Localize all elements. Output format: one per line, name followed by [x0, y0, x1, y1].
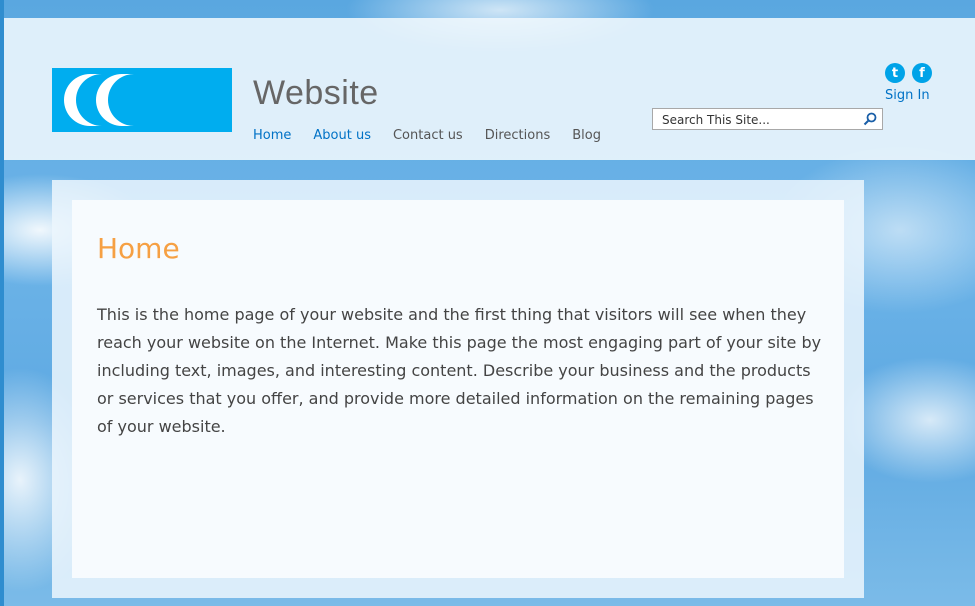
search-input[interactable] [653, 110, 862, 130]
page-body-text: This is the home page of your website an… [97, 305, 822, 436]
twitter-icon[interactable]: t [885, 63, 905, 83]
nav-item-home[interactable]: Home [253, 128, 291, 143]
search-icon[interactable] [863, 112, 877, 126]
site-logo[interactable] [52, 68, 232, 132]
logo-mark-icon [64, 74, 134, 126]
nav-item-about-us[interactable]: About us [313, 128, 371, 143]
nav-item-contact-us[interactable]: Contact us [393, 128, 463, 143]
site-search [652, 108, 883, 130]
site-title[interactable]: Website [253, 74, 379, 113]
nav-item-blog[interactable]: Blog [572, 128, 601, 143]
nav-item-directions[interactable]: Directions [485, 128, 551, 143]
sign-in-link[interactable]: Sign In [885, 88, 930, 103]
top-navigation: Home About us Contact us Directions Blog [253, 128, 623, 143]
facebook-icon[interactable]: f [912, 63, 932, 83]
social-links: t f [885, 63, 932, 83]
page-title: Home [97, 232, 180, 265]
